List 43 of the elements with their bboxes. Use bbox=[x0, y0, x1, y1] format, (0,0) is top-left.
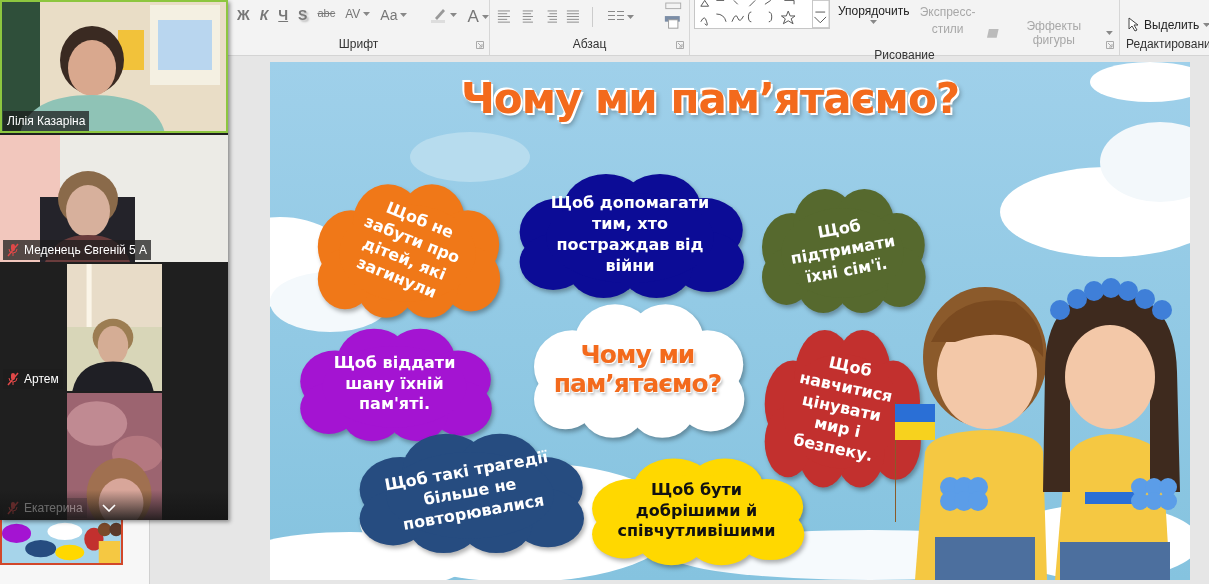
caret-icon bbox=[870, 20, 878, 24]
dialog-launcher-icon[interactable] bbox=[476, 41, 484, 49]
shapes-gallery-drawing[interactable] bbox=[694, 0, 830, 29]
caret-icon bbox=[450, 13, 458, 17]
font-format-button[interactable]: A bbox=[464, 6, 492, 28]
caret-icon bbox=[1203, 22, 1209, 27]
font-format-button[interactable]: S bbox=[295, 6, 311, 24]
highlighter-icon bbox=[429, 7, 448, 23]
dialog-launcher-icon[interactable] bbox=[676, 41, 684, 49]
font-format-button[interactable]: abc bbox=[314, 6, 339, 20]
cloud-text: Щоб бути добрішими й співчутливішими bbox=[616, 479, 777, 543]
collapse-button[interactable] bbox=[100, 502, 118, 514]
group-label: Рисование bbox=[874, 48, 935, 64]
chevron-down-icon bbox=[102, 504, 116, 512]
font-format-button[interactable]: Ж bbox=[234, 6, 253, 24]
slide-thumbnail[interactable] bbox=[0, 520, 123, 565]
cloud-text: Щоб віддати шану їхній пам'яті. bbox=[332, 352, 457, 416]
group-label: Редактировани bbox=[1125, 37, 1209, 53]
cloud-text: Щоб підтримати їхні сім'ї. bbox=[787, 214, 898, 289]
effects-icon bbox=[985, 27, 1002, 39]
cloud-title: Чому ми пам’ятаємо? bbox=[552, 341, 723, 399]
participant-name: Меденець Євгеній 5 А bbox=[24, 243, 148, 257]
participant-name: Екатерина bbox=[24, 501, 83, 515]
columns-icon bbox=[607, 11, 624, 23]
cloud-text: Щоб допомагати тим, хто постраждав від війни bbox=[549, 193, 711, 277]
participant-name: Лілія Казаріна bbox=[7, 114, 86, 128]
cursor-icon bbox=[1128, 17, 1140, 32]
font-format-button[interactable]: Aa bbox=[377, 6, 411, 24]
align-icon[interactable] bbox=[496, 10, 511, 24]
arrange-button[interactable]: Упорядочить bbox=[836, 0, 912, 25]
select-button[interactable]: Выделить bbox=[1126, 16, 1209, 33]
dialog-launcher-icon[interactable] bbox=[1106, 41, 1114, 49]
participant-name: Артем bbox=[24, 372, 59, 386]
font-format-button[interactable]: AV bbox=[342, 6, 374, 22]
slide-title: Чому ми пам’ятаємо? bbox=[459, 74, 961, 123]
font-format-button[interactable]: Ч bbox=[275, 6, 292, 24]
group-label: Шрифт bbox=[338, 37, 379, 53]
group-label: Абзац bbox=[572, 37, 607, 53]
font-format-button[interactable]: К bbox=[256, 6, 272, 24]
caret-icon bbox=[1106, 31, 1113, 35]
text-direction-icon[interactable] bbox=[662, 2, 683, 32]
caret-icon bbox=[626, 15, 634, 19]
align-icon[interactable] bbox=[564, 10, 580, 24]
